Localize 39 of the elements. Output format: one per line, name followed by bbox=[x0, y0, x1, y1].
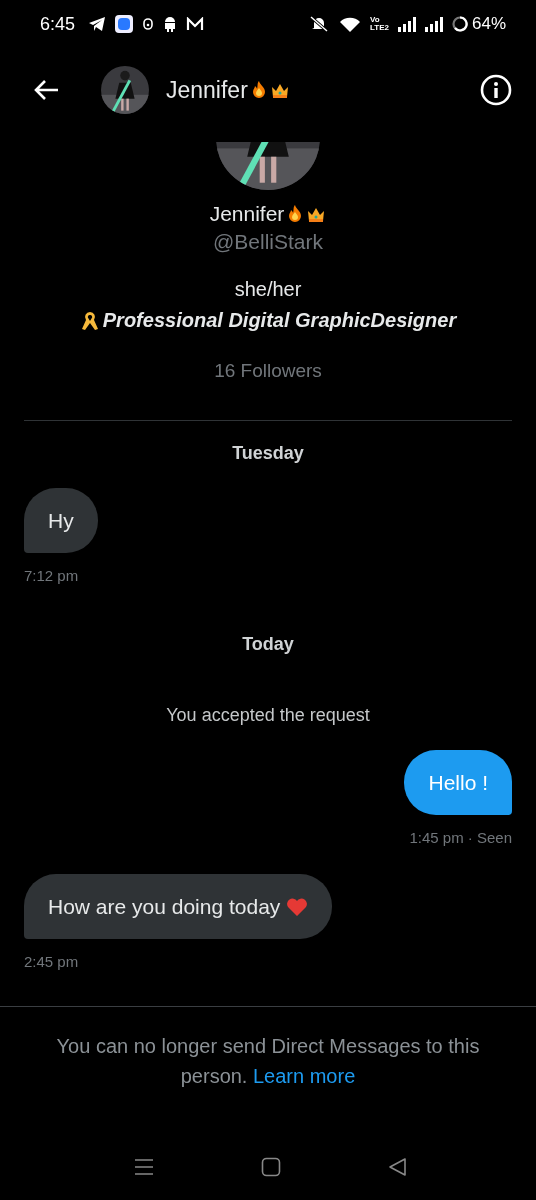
date-label: Tuesday bbox=[231, 443, 305, 464]
signal-icon bbox=[397, 16, 416, 32]
message-text: How are you doing today bbox=[48, 894, 281, 919]
muted-bell-icon bbox=[308, 16, 330, 32]
back-triangle-icon[interactable] bbox=[388, 1157, 408, 1177]
message-time: 1:45 pm · Seen bbox=[409, 829, 512, 846]
profile-handle: @BelliStark bbox=[213, 230, 323, 254]
message-text: Hello ! bbox=[428, 770, 488, 795]
home-square-icon[interactable] bbox=[261, 1157, 281, 1177]
contact-name: Jennifer bbox=[166, 76, 248, 104]
dm-disabled-notice: You can no longer send Direct Messages to this person. Learn more bbox=[55, 1034, 481, 1089]
menu-icon[interactable] bbox=[134, 1158, 154, 1176]
message-time: 7:12 pm bbox=[24, 567, 79, 584]
learn-more-link[interactable]: Learn more bbox=[253, 1065, 356, 1087]
back-button[interactable] bbox=[32, 78, 60, 102]
message-text: Hy bbox=[48, 508, 74, 533]
android-icon bbox=[163, 16, 178, 32]
battery-percent: 64% bbox=[471, 14, 506, 34]
status-time: 6:45 bbox=[40, 13, 76, 35]
paper-plane-icon bbox=[88, 16, 107, 32]
signal-icon bbox=[424, 16, 443, 32]
info-button[interactable] bbox=[480, 74, 512, 106]
pronouns: she/her bbox=[234, 278, 302, 301]
wifi-icon bbox=[339, 16, 361, 32]
network-label: Vo bbox=[370, 16, 381, 24]
heart-icon bbox=[286, 896, 309, 917]
battery-icon bbox=[451, 16, 468, 32]
app-icon bbox=[115, 15, 134, 33]
info-icon bbox=[480, 74, 512, 106]
profile-bio: Professional Digital GraphicDesigner bbox=[102, 309, 457, 332]
date-label: Today bbox=[241, 634, 295, 655]
message-time: 2:45 pm bbox=[24, 953, 79, 970]
ribbon-icon bbox=[79, 309, 100, 332]
mail-icon bbox=[186, 17, 205, 31]
network-label: LTE2 bbox=[370, 24, 389, 32]
system-notice: You accepted the request bbox=[165, 705, 371, 726]
followers-count: 16 Followers bbox=[214, 360, 322, 382]
back-arrow-icon bbox=[32, 78, 60, 102]
profile-name: Jennifer bbox=[209, 202, 285, 226]
